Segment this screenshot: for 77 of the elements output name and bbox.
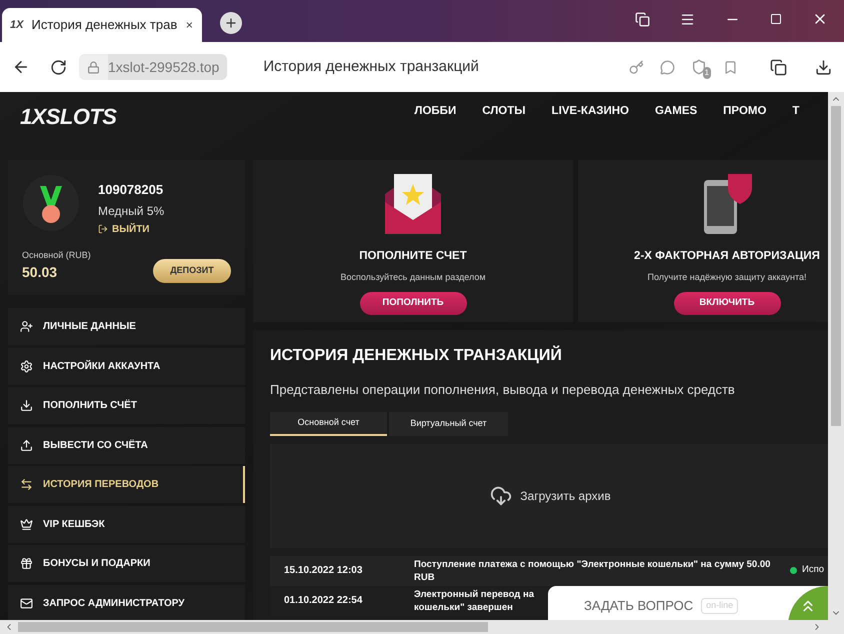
envelope-star-icon <box>383 174 443 234</box>
download-icon[interactable] <box>815 58 832 76</box>
gears-icon <box>20 360 33 372</box>
sidebar-item[interactable]: БОНУСЫ И ПОДАРКИ <box>8 545 245 582</box>
sidebar-item[interactable]: ЛИЧНЫЕ ДАННЫЕ <box>8 308 245 345</box>
site-logo[interactable]: 1XSLOTS <box>20 100 116 133</box>
user-plus-icon <box>20 320 33 333</box>
envelope-icon <box>20 596 33 610</box>
download-archive-button[interactable]: Загрузить архив <box>490 484 611 506</box>
account-tab[interactable]: Основной счет <box>270 412 387 436</box>
nav-link[interactable]: СЛОТЫ <box>482 103 526 120</box>
sidebar-item[interactable]: VIP КЕШБЭК <box>8 506 245 542</box>
nav-link[interactable]: LIVE-КАЗИНО <box>552 103 629 120</box>
nav-link[interactable]: Т <box>792 103 800 120</box>
nav-link[interactable]: GAMES <box>654 103 698 120</box>
sidebar-item[interactable]: ВЫВЕСТИ СО СЧЁТА <box>8 426 245 464</box>
card-title: 2-Х ФАКТОРНАЯ АВТОРИЗАЦИЯ <box>634 249 820 264</box>
user-level: Медный 5% <box>98 202 164 220</box>
site-favicon: 1X <box>10 18 24 33</box>
tabs-icon[interactable] <box>770 58 787 76</box>
transaction-description: RUB <box>414 570 435 584</box>
medal-icon <box>22 174 80 232</box>
reload-icon[interactable] <box>50 58 67 76</box>
shield-icon[interactable] <box>691 59 707 75</box>
card-subtitle: Воспользуйтесь данным разделом <box>340 271 486 284</box>
nav-link[interactable]: ПРОМО <box>723 103 766 120</box>
page-title: История денежных транзакций <box>263 56 479 77</box>
history-title: ИСТОРИЯ ДЕНЕЖНЫХ ТРАНЗАКЦИЙ <box>270 344 563 366</box>
scroll-up-button[interactable] <box>788 586 828 620</box>
sidebar-item[interactable]: ИСТОРИЯ ПЕРЕВОДОВ <box>8 466 245 503</box>
logout-icon <box>98 224 108 234</box>
sidebar-item[interactable]: НАСТРОЙКИ АККАУНТА <box>8 348 245 384</box>
status-text: Испо <box>802 563 824 578</box>
transaction-date: 01.10.2022 22:54 <box>283 594 364 608</box>
transaction-description: Поступление платежа с помощью "Электронные кошельки" на сумму 50.00 <box>414 558 770 570</box>
cloud-download-icon <box>490 484 512 506</box>
nav-link[interactable]: ЛОББИ <box>414 103 456 120</box>
arrows-icon <box>20 478 33 491</box>
plus-icon <box>224 16 238 30</box>
phone-shield-icon <box>702 174 752 234</box>
card-title: ПОПОЛНИТЕ СЧЕТ <box>359 249 467 264</box>
url-text: 1xslot-299528.top <box>108 54 228 80</box>
vertical-scrollbar[interactable] <box>828 92 844 620</box>
maximize-icon[interactable] <box>770 13 782 25</box>
crown-icon <box>20 518 33 530</box>
sidebar-item[interactable]: ПОПОЛНИТЬ СЧЁТ <box>8 387 245 424</box>
scrollbar-thumb[interactable] <box>831 106 841 426</box>
card-button[interactable]: ВКЛЮЧИТЬ <box>674 292 780 315</box>
horizontal-scrollbar[interactable] <box>0 620 844 634</box>
back-icon[interactable] <box>12 58 30 76</box>
tab-title: История денежных трав <box>31 16 178 34</box>
card-subtitle: Получите надёжную защиту аккаунта! <box>647 271 806 284</box>
new-tab-button[interactable] <box>220 12 242 34</box>
download-icon <box>20 399 33 412</box>
transaction-description: Электронный перевод на <box>414 588 534 600</box>
gift-icon <box>20 557 33 570</box>
user-id: 109078205 <box>98 181 164 199</box>
menu-icon[interactable] <box>680 12 695 26</box>
key-icon[interactable] <box>629 60 644 74</box>
card-button[interactable]: ПОПОЛНИТЬ <box>360 292 466 315</box>
balance-amount: 50.03 <box>22 263 58 282</box>
deposit-button[interactable]: ДЕПОЗИТ <box>153 259 231 283</box>
transaction-date: 15.10.2022 12:03 <box>283 564 364 578</box>
history-subtitle: Представлены операции пополнения, вывода и перевода денежных средств <box>270 381 736 399</box>
count-badge: 1 <box>702 67 711 79</box>
account-tab[interactable]: Виртуальный счет <box>389 412 508 436</box>
lock-icon <box>87 60 100 74</box>
balance-label: Основной (RUB) <box>22 248 91 262</box>
browser-tab[interactable]: 1X История денежных трав <box>2 8 202 42</box>
scrollbar-thumb[interactable] <box>18 622 488 632</box>
upload-icon <box>20 438 33 452</box>
sidebar-item[interactable]: ЗАПРОС АДМИНИСТРАТОРУ <box>8 584 245 620</box>
chat-bubble-icon[interactable] <box>660 60 675 74</box>
bookmark-icon[interactable] <box>723 60 738 74</box>
transaction-description: кошельки" завершен <box>414 600 513 614</box>
logout-link[interactable]: ВЫЙТИ <box>98 222 164 236</box>
collections-icon[interactable] <box>635 12 650 26</box>
